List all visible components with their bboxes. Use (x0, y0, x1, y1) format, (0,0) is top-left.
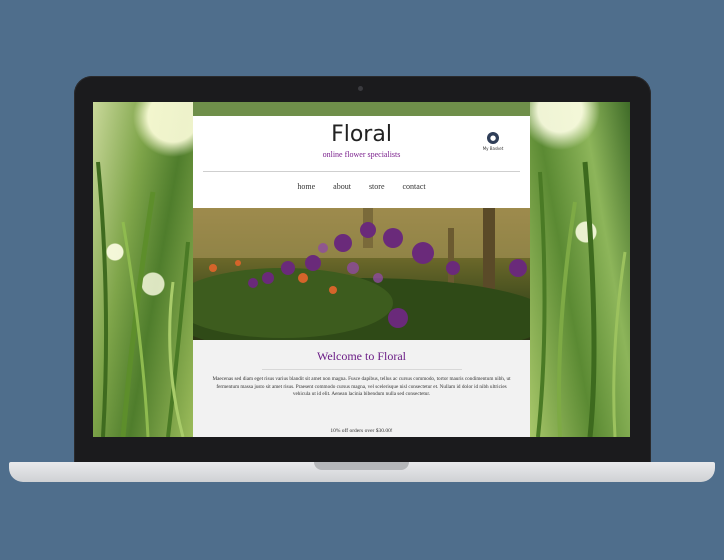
flowers-photo (193, 208, 530, 340)
site-header: Floral online flower specialists ● My Ba… (193, 116, 530, 208)
laptop-notch (314, 462, 409, 470)
welcome-section: Welcome to Floral Maecenas sed diam eget… (193, 340, 530, 437)
nav-item-contact[interactable]: contact (403, 182, 426, 191)
welcome-divider (261, 369, 462, 370)
hero-image (193, 208, 530, 340)
grass-blades-left (96, 161, 190, 437)
header-divider (203, 171, 520, 172)
welcome-heading: Welcome to Floral (316, 349, 406, 363)
site-tagline: online flower specialists (322, 150, 401, 159)
offer-banner: 10% off orders over $30.00! (330, 428, 393, 434)
laptop-screen: Floral online flower specialists ● My Ba… (93, 102, 630, 437)
background-grass-right (530, 102, 630, 437)
basket-link[interactable]: ● My Basket (480, 132, 506, 151)
basket-icon[interactable]: ● (487, 132, 499, 144)
background-grass-left (93, 102, 193, 437)
nav-item-store[interactable]: store (369, 182, 385, 191)
webcam (358, 86, 363, 91)
website: Floral online flower specialists ● My Ba… (193, 116, 530, 437)
main-nav: home about store contact (193, 182, 530, 191)
grass-blades-right (536, 161, 627, 437)
basket-label[interactable]: My Basket (483, 146, 504, 151)
nav-item-home[interactable]: home (297, 182, 315, 191)
nav-item-about[interactable]: about (333, 182, 351, 191)
welcome-body-text: Maecenas sed diam eget risus varius blan… (212, 376, 511, 397)
